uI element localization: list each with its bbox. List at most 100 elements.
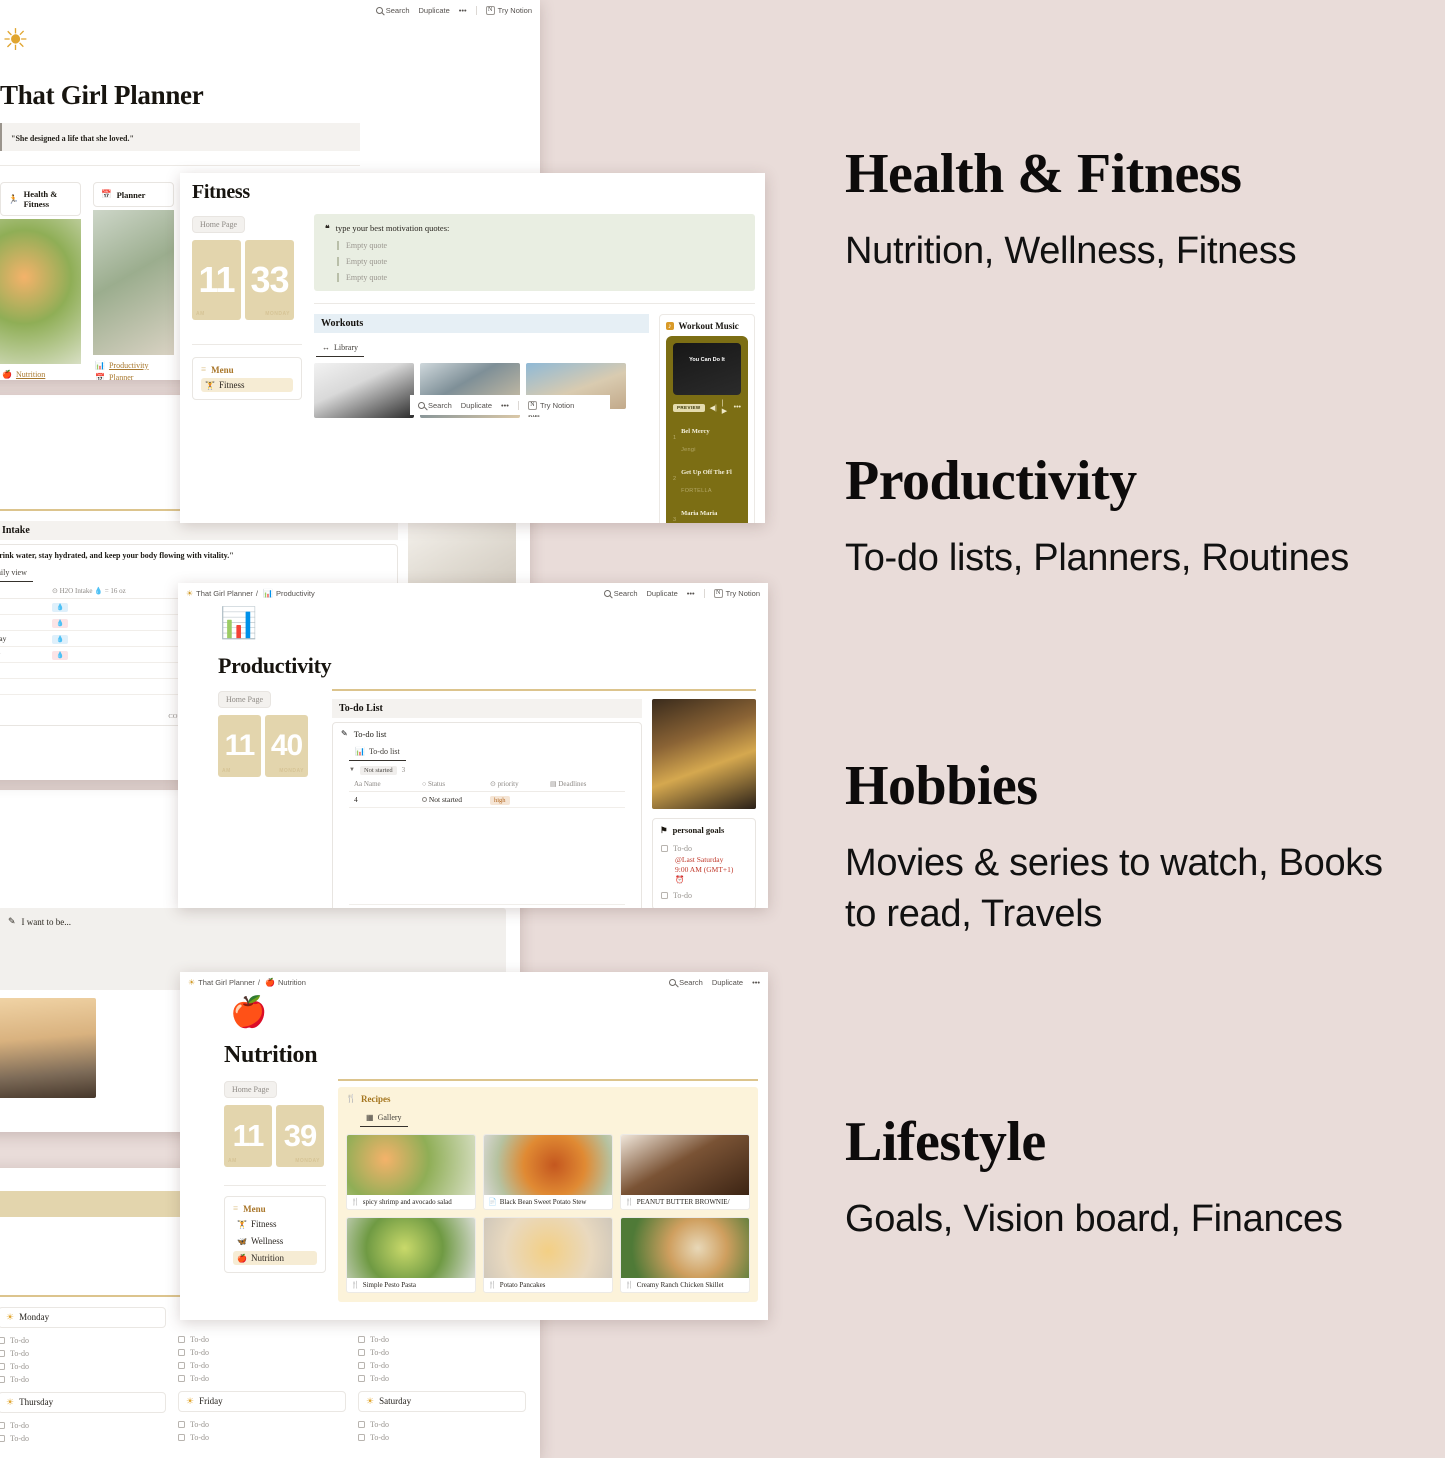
recipe-card[interactable]: 📄 Black Bean Sweet Potato Stew [483, 1133, 613, 1210]
day-chip[interactable]: ☀ Thursday [0, 1391, 166, 1413]
link-planner[interactable]: 📅 Planner [95, 371, 172, 381]
todo-item[interactable]: To-do [358, 1359, 526, 1372]
checkbox[interactable] [178, 1335, 185, 1343]
home-page-chip[interactable]: Home Page [192, 216, 246, 233]
more-button[interactable]: ••• [459, 6, 467, 15]
todo-item[interactable]: To-do [178, 1418, 346, 1431]
column-status[interactable]: ○ Status [417, 777, 485, 791]
goal-item[interactable]: To-do [661, 889, 747, 902]
tab-daily-view[interactable]: ▥ Daily view [0, 566, 33, 582]
breadcrumb-current[interactable]: 🍎 Nutrition [265, 978, 306, 987]
todo-item[interactable]: To-do [0, 1347, 166, 1360]
checkbox[interactable] [0, 1375, 5, 1383]
tab-library[interactable]: ↔ Library [316, 341, 364, 357]
checkbox[interactable] [178, 1374, 185, 1382]
empty-quote[interactable]: Empty quote [337, 241, 744, 250]
try-notion-button[interactable]: NTry Notion [527, 400, 574, 410]
search-button[interactable]: Search [603, 589, 638, 598]
try-notion-button[interactable]: NTry Notion [713, 588, 760, 598]
day-chip[interactable]: ☀ Friday [178, 1390, 346, 1412]
recipe-card[interactable]: 🍴 PEANUT BUTTER BROWNIE/ [620, 1133, 750, 1210]
todo-item[interactable]: To-do [358, 1333, 526, 1346]
track-row[interactable]: 2 Get Up Off The Fl FORTELLA [673, 461, 741, 497]
todo-item[interactable]: To-do [0, 1373, 166, 1386]
checkbox[interactable] [358, 1335, 365, 1343]
column-priority[interactable]: ⊙ priority [485, 777, 545, 791]
todo-item[interactable]: To-do [178, 1333, 346, 1346]
todo-item[interactable]: To-do [0, 1360, 166, 1373]
todo-item[interactable]: To-do [358, 1431, 526, 1444]
duplicate-button[interactable]: Duplicate [419, 6, 450, 15]
breadcrumb[interactable]: ☀ That Girl Planner / [188, 978, 260, 987]
checkbox[interactable] [178, 1361, 185, 1369]
more-button[interactable]: ••• [752, 978, 760, 987]
recipe-card[interactable]: 🍴 Potato Pancakes [483, 1216, 613, 1293]
checkbox[interactable] [358, 1374, 365, 1382]
more-button[interactable]: ••• [687, 589, 695, 598]
tab-gallery[interactable]: ▦ Gallery [360, 1111, 408, 1127]
workout-photo[interactable] [314, 363, 414, 418]
checkbox[interactable] [0, 1434, 5, 1442]
menu-item-fitness[interactable]: 🏋 Fitness [201, 378, 293, 392]
todo-item[interactable]: To-do [358, 1346, 526, 1359]
try-notion-button[interactable]: NTry Notion [485, 5, 532, 15]
todo-item[interactable]: To-do [178, 1372, 346, 1385]
reminder[interactable]: @Last Saturday 9:00 AM (GMT+1) ⏰ [661, 855, 747, 885]
checkbox[interactable] [358, 1348, 365, 1356]
checkbox[interactable] [178, 1433, 185, 1441]
track-row[interactable]: 3 Maria MariaTECH IT DEEP [673, 502, 741, 523]
tab-todo-list[interactable]: 📊 To-do list [349, 745, 406, 761]
empty-quote[interactable]: Empty quote [337, 273, 744, 282]
column-name[interactable]: Aa Name [349, 777, 417, 791]
todo-item[interactable]: To-do [0, 1334, 166, 1347]
window-fitness[interactable]: Fitness Home Page 11 AM 33 MONDAY ≡ Menu [180, 173, 765, 523]
column-h2o[interactable]: ⊙ H2O Intake 💧 = 16 oz [47, 584, 197, 598]
prev-track-button[interactable]: ◀| [710, 404, 717, 412]
window-productivity[interactable]: ☀ That Girl Planner / 📊 Productivity Sear… [178, 583, 768, 908]
group-header[interactable]: ▼ Not started 3 [333, 761, 641, 777]
column-deadlines[interactable]: ▤ Deadlines [579, 905, 625, 909]
home-card-health[interactable]: 🏃 Health & Fitness 🍎Nutrition 🦋Wellness [0, 182, 81, 380]
breadcrumb-current[interactable]: 📊 Productivity [263, 589, 315, 598]
todo-item[interactable]: To-do [178, 1346, 346, 1359]
table-row[interactable]: 4 Not started high [349, 792, 625, 808]
checkbox[interactable] [358, 1361, 365, 1369]
menu-item-wellness[interactable]: 🦋 Wellness [233, 1234, 317, 1248]
todo-item[interactable]: To-do [178, 1431, 346, 1444]
empty-quote[interactable]: Empty quote [337, 257, 744, 266]
link-nutrition[interactable]: 🍎 Nutrition [2, 368, 79, 380]
checkbox[interactable] [358, 1420, 365, 1428]
checkbox[interactable] [661, 844, 668, 852]
duplicate-button[interactable]: Duplicate [647, 589, 678, 598]
todo-item[interactable]: To-do [0, 1432, 166, 1445]
todo-item[interactable]: To-do [0, 1419, 166, 1432]
window-nutrition[interactable]: ☀ That Girl Planner / 🍎 Nutrition Search … [180, 972, 768, 1320]
search-button[interactable]: Search [375, 6, 410, 15]
checkbox[interactable] [0, 1421, 5, 1429]
todo-item[interactable]: To-do [358, 1418, 526, 1431]
todo-item[interactable]: To-do [358, 1372, 526, 1385]
recipe-card[interactable]: 🍴 Creamy Ranch Chicken Skillet [620, 1216, 750, 1293]
home-page-chip[interactable]: Home Page [218, 691, 272, 708]
breadcrumb[interactable]: ☀ That Girl Planner / [186, 589, 258, 598]
checkbox[interactable] [358, 1433, 365, 1441]
goal-item[interactable]: To-do [661, 842, 747, 855]
fitness-menu[interactable]: ≡ Menu 🏋 Fitness [192, 357, 302, 400]
spotify-embed[interactable]: You Can Do It PREVIEW ◀| |▶ ••• 1 Bel Me… [666, 336, 748, 523]
day-chip[interactable]: ☀ Monday [0, 1306, 166, 1328]
home-card-planner[interactable]: 📅 Planner 📊Productivity 📅Planner 🔁Routin… [93, 182, 174, 380]
checkbox[interactable] [0, 1336, 5, 1344]
duplicate-button[interactable]: Duplicate [712, 978, 743, 987]
recipe-card[interactable]: 🍴 Simple Pesto Pasta [346, 1216, 476, 1293]
link-productivity[interactable]: 📊 Productivity [95, 359, 172, 371]
more-button[interactable]: ••• [501, 401, 509, 410]
checkbox[interactable] [178, 1348, 185, 1356]
home-page-chip[interactable]: Home Page [224, 1081, 278, 1098]
menu-item-fitness[interactable]: 🏋 Fitness [233, 1217, 317, 1231]
search-button[interactable]: Search [418, 401, 452, 410]
recipe-card[interactable]: 🍴 spicy shrimp and avocado salad [346, 1133, 476, 1210]
nutrition-menu[interactable]: ≡ Menu 🏋 Fitness 🦋 Wellness 🍎 Nutrition [224, 1196, 326, 1273]
todo-item[interactable]: To-do [178, 1359, 346, 1372]
track-row[interactable]: 1 Bel Mercy Jengi [673, 420, 741, 456]
preview-badge[interactable]: PREVIEW [673, 403, 705, 412]
